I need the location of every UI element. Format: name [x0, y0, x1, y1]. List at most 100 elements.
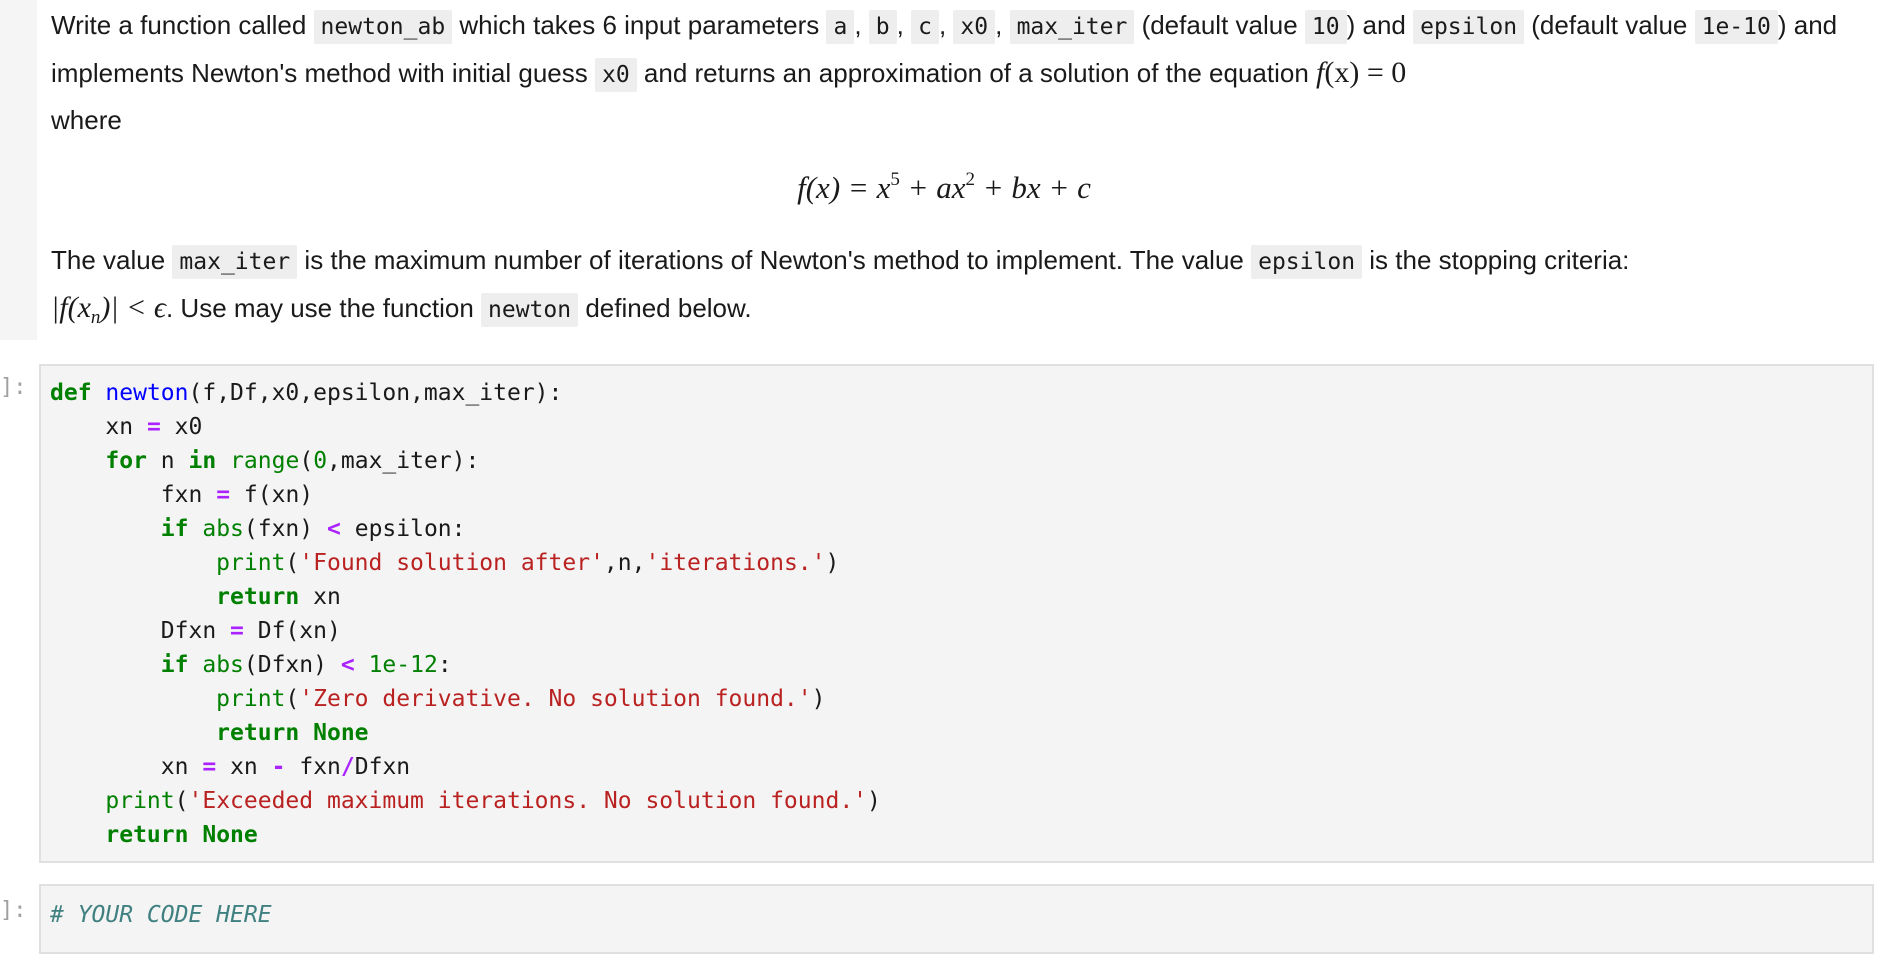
code-comment: # YOUR CODE HERE	[50, 902, 272, 928]
text: The value	[51, 245, 173, 275]
builtin: print	[105, 788, 175, 814]
call: f(xn)	[243, 482, 314, 508]
eq-term-ax: + ax	[899, 170, 966, 205]
keyword: def	[50, 380, 92, 406]
text: (default value	[1524, 10, 1695, 40]
identifier: fxn	[299, 754, 341, 780]
identifier: xn	[160, 754, 189, 780]
signature: (f,Df,x0,epsilon,max_iter):	[188, 380, 563, 406]
inline-code-epsilon: epsilon	[1413, 10, 1525, 44]
math-equation-inline: f(x) = 0	[1316, 56, 1406, 89]
cell-gutter	[0, 0, 37, 340]
operator: =	[230, 618, 244, 644]
args: (Dfxn)	[243, 652, 327, 678]
inline-code-default-epsilon: 1e-10	[1694, 10, 1778, 44]
markdown-cell[interactable]: Write a function called newton_ab which …	[0, 0, 1877, 340]
text: ) and	[1346, 10, 1414, 40]
builtin: abs	[202, 652, 244, 678]
code-cell-answer[interactable]: ]: # YOUR CODE HERE	[0, 884, 1877, 954]
eq-rest: + bx + c	[975, 170, 1091, 205]
punct: (	[299, 448, 314, 474]
builtin: range	[230, 448, 300, 474]
number: 0	[313, 448, 328, 474]
eq-exponent-5: 5	[890, 169, 900, 190]
inline-code-function-name: newton_ab	[313, 10, 453, 44]
punct: (	[285, 686, 300, 712]
inline-code-default-max-iter: 10	[1304, 10, 1347, 44]
inline-code-newton: newton	[481, 293, 579, 327]
description-paragraph: The value max_iter is the maximum number…	[51, 238, 1851, 333]
eq-exponent-2: 2	[965, 169, 976, 190]
builtin: print	[216, 550, 286, 576]
identifier: xn	[313, 584, 341, 610]
keyword: return	[216, 720, 300, 746]
args: (fxn)	[243, 516, 314, 542]
text: . Use may use the function	[165, 293, 482, 323]
string: 'Zero derivative. No solution found.'	[299, 686, 812, 712]
builtin: abs	[202, 516, 244, 542]
string: 'iterations.'	[645, 550, 826, 576]
operator: <	[327, 516, 341, 542]
inline-code-b: b	[868, 10, 897, 44]
text: (default value	[1134, 10, 1305, 40]
keyword: in	[188, 448, 217, 474]
operator: -	[271, 754, 286, 780]
inline-code-c: c	[911, 10, 939, 44]
string: 'Found solution after'	[299, 550, 604, 576]
math-abs: |f(x	[51, 291, 91, 324]
inline-code-max-iter: max_iter	[172, 245, 298, 279]
cell-prompt: ]:	[0, 375, 27, 400]
text: is the maximum number of iterations of N…	[297, 245, 1252, 275]
identifier: fxn	[160, 482, 203, 508]
identifier: n	[160, 448, 175, 474]
keyword: if	[160, 652, 189, 678]
punct: )	[867, 788, 881, 814]
code-source[interactable]: def newton(f,Df,x0,epsilon,max_iter): xn…	[41, 376, 1872, 852]
identifier: x0	[174, 414, 203, 440]
builtin: print	[216, 686, 286, 712]
instructions-paragraph: Write a function called newton_ab which …	[51, 3, 1851, 143]
punct: )	[825, 550, 840, 576]
inline-code-x0: x0	[953, 10, 996, 44]
operator: =	[216, 482, 231, 508]
keyword: None	[313, 720, 369, 746]
text: where	[51, 105, 122, 135]
text: ,	[896, 10, 912, 40]
text: ,	[854, 10, 869, 40]
inline-code-epsilon: epsilon	[1251, 245, 1363, 279]
inline-code-x0: x0	[594, 58, 637, 92]
operator: <	[340, 652, 355, 678]
punct: ,n,	[603, 550, 646, 576]
eq-lhs: f(x) = x	[797, 170, 891, 205]
cell-prompt: ]:	[0, 898, 27, 923]
inline-code-max-iter: max_iter	[1009, 10, 1135, 44]
keyword: for	[105, 448, 147, 474]
text: defined below.	[578, 293, 752, 323]
text: which takes 6 input parameters	[452, 10, 827, 40]
keyword: if	[160, 516, 189, 542]
code-editor[interactable]: def newton(f,Df,x0,epsilon,max_iter): xn…	[39, 364, 1874, 863]
code-cell-newton[interactable]: ]: def newton(f,Df,x0,epsilon,max_iter):…	[0, 364, 1877, 864]
math-rest: )| < ϵ	[100, 291, 166, 324]
text: ,	[938, 10, 954, 40]
math-subscript: n	[90, 307, 101, 328]
number: 1e-12	[368, 652, 438, 678]
math-rest: (x) = 0	[1324, 56, 1407, 89]
code-source[interactable]: # YOUR CODE HERE	[41, 898, 1872, 932]
text: is the stopping criteria:	[1362, 245, 1630, 275]
punct: )	[811, 686, 826, 712]
code-editor[interactable]: # YOUR CODE HERE	[39, 884, 1874, 954]
operator: /	[340, 754, 355, 780]
call: Df(xn)	[257, 618, 341, 644]
function-name: newton	[105, 380, 189, 406]
punct: (	[285, 550, 300, 576]
math-stopping-criteria: |f(xn)| < ϵ	[51, 291, 166, 327]
punct: ,max_iter):	[327, 448, 480, 474]
keyword: return	[216, 584, 300, 610]
keyword: None	[202, 822, 258, 848]
text: Write a function called	[51, 10, 314, 40]
identifier: Dfxn	[354, 754, 411, 780]
identifier: xn	[230, 754, 258, 780]
punct: (	[174, 788, 189, 814]
operator: =	[146, 414, 161, 440]
